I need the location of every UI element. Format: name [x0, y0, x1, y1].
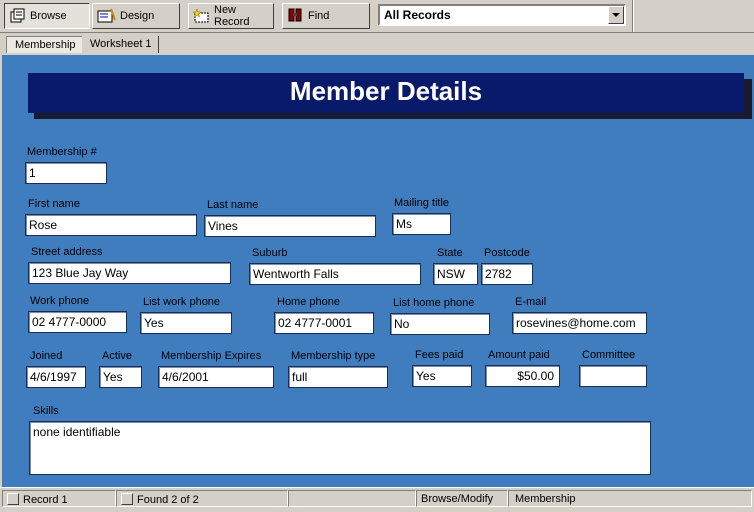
record-status-text: Record 1 — [23, 494, 68, 506]
new-record-button[interactable]: New Record — [188, 3, 274, 29]
state-field[interactable]: NSW — [433, 263, 478, 285]
street-address-label: Street address — [31, 246, 103, 258]
form-title: Member Details — [28, 73, 744, 113]
last-name-label: Last name — [207, 199, 259, 211]
toolbar-separator — [632, 0, 634, 32]
joined-field[interactable]: 4/6/1997 — [26, 366, 86, 388]
amount-paid-field[interactable]: $50.00 — [485, 365, 560, 387]
design-button[interactable]: Design — [92, 3, 180, 29]
active-field[interactable]: Yes — [99, 366, 142, 388]
list-work-phone-label: List work phone — [143, 296, 221, 308]
toolbar: Browse Design New Record Find All Record… — [0, 0, 754, 32]
membership-number-field[interactable]: 1 — [25, 162, 107, 184]
street-address-field[interactable]: 123 Blue Jay Way — [28, 262, 231, 284]
membership-number-label: Membership # — [27, 146, 97, 158]
new-record-label: New Record — [214, 4, 250, 28]
first-name-label: First name — [28, 198, 80, 210]
find-icon — [288, 8, 302, 22]
skills-field[interactable]: none identifiable — [29, 421, 651, 475]
email-field[interactable]: rosevines@home.com — [512, 312, 647, 334]
design-label: Design — [120, 10, 155, 22]
work-phone-label: Work phone — [30, 295, 90, 307]
status-blank — [288, 490, 416, 507]
mode-status: Browse/Modify — [416, 490, 508, 507]
found-nav-icon[interactable] — [121, 493, 133, 505]
table-status: Membership — [508, 490, 752, 507]
amount-paid-label: Amount paid — [488, 349, 550, 361]
suburb-field[interactable]: Wentworth Falls — [249, 263, 421, 285]
state-label: State — [437, 247, 463, 259]
browse-button[interactable]: Browse — [4, 3, 90, 29]
list-home-phone-field[interactable]: No — [390, 313, 490, 335]
list-work-phone-field[interactable]: Yes — [140, 312, 232, 334]
first-name-field[interactable]: Rose — [25, 214, 197, 236]
chevron-down-icon[interactable] — [608, 6, 624, 24]
membership-type-field[interactable]: full — [288, 366, 388, 388]
record-filter-value: All Records — [384, 8, 451, 22]
record-nav-icon[interactable] — [7, 493, 19, 505]
skills-label: Skills — [33, 405, 59, 417]
browse-icon — [10, 8, 25, 23]
membership-type-label: Membership type — [291, 350, 376, 362]
suburb-label: Suburb — [252, 247, 288, 259]
found-status: Found 2 of 2 — [116, 490, 288, 507]
fees-paid-label: Fees paid — [415, 349, 464, 361]
home-phone-label: Home phone — [277, 296, 340, 308]
record-filter-select[interactable]: All Records — [378, 4, 626, 26]
fees-paid-field[interactable]: Yes — [412, 365, 472, 387]
active-label: Active — [102, 350, 132, 362]
find-label: Find — [308, 10, 330, 22]
tab-membership[interactable]: Membership — [6, 36, 83, 53]
work-phone-field[interactable]: 02 4777-0000 — [28, 311, 127, 333]
committee-label: Committee — [582, 349, 636, 361]
mailing-title-field[interactable]: Ms — [392, 213, 451, 235]
postcode-field[interactable]: 2782 — [481, 263, 533, 285]
new-record-icon — [193, 8, 209, 23]
find-button[interactable]: Find — [282, 3, 370, 29]
design-icon — [97, 8, 116, 23]
membership-expires-field[interactable]: 4/6/2001 — [158, 366, 274, 388]
postcode-label: Postcode — [484, 247, 530, 259]
tab-worksheet-1[interactable]: Worksheet 1 — [82, 36, 159, 53]
last-name-field[interactable]: Vines — [204, 215, 376, 237]
membership-expires-label: Membership Expires — [161, 350, 262, 362]
joined-label: Joined — [30, 350, 63, 362]
list-home-phone-label: List home phone — [393, 297, 475, 309]
mailing-title-label: Mailing title — [394, 197, 450, 209]
found-status-text: Found 2 of 2 — [137, 494, 199, 506]
record-status: Record 1 — [2, 490, 116, 507]
email-label: E-mail — [515, 296, 547, 308]
home-phone-field[interactable]: 02 4777-0001 — [274, 312, 374, 334]
committee-field[interactable] — [579, 365, 647, 387]
browse-label: Browse — [30, 10, 67, 22]
